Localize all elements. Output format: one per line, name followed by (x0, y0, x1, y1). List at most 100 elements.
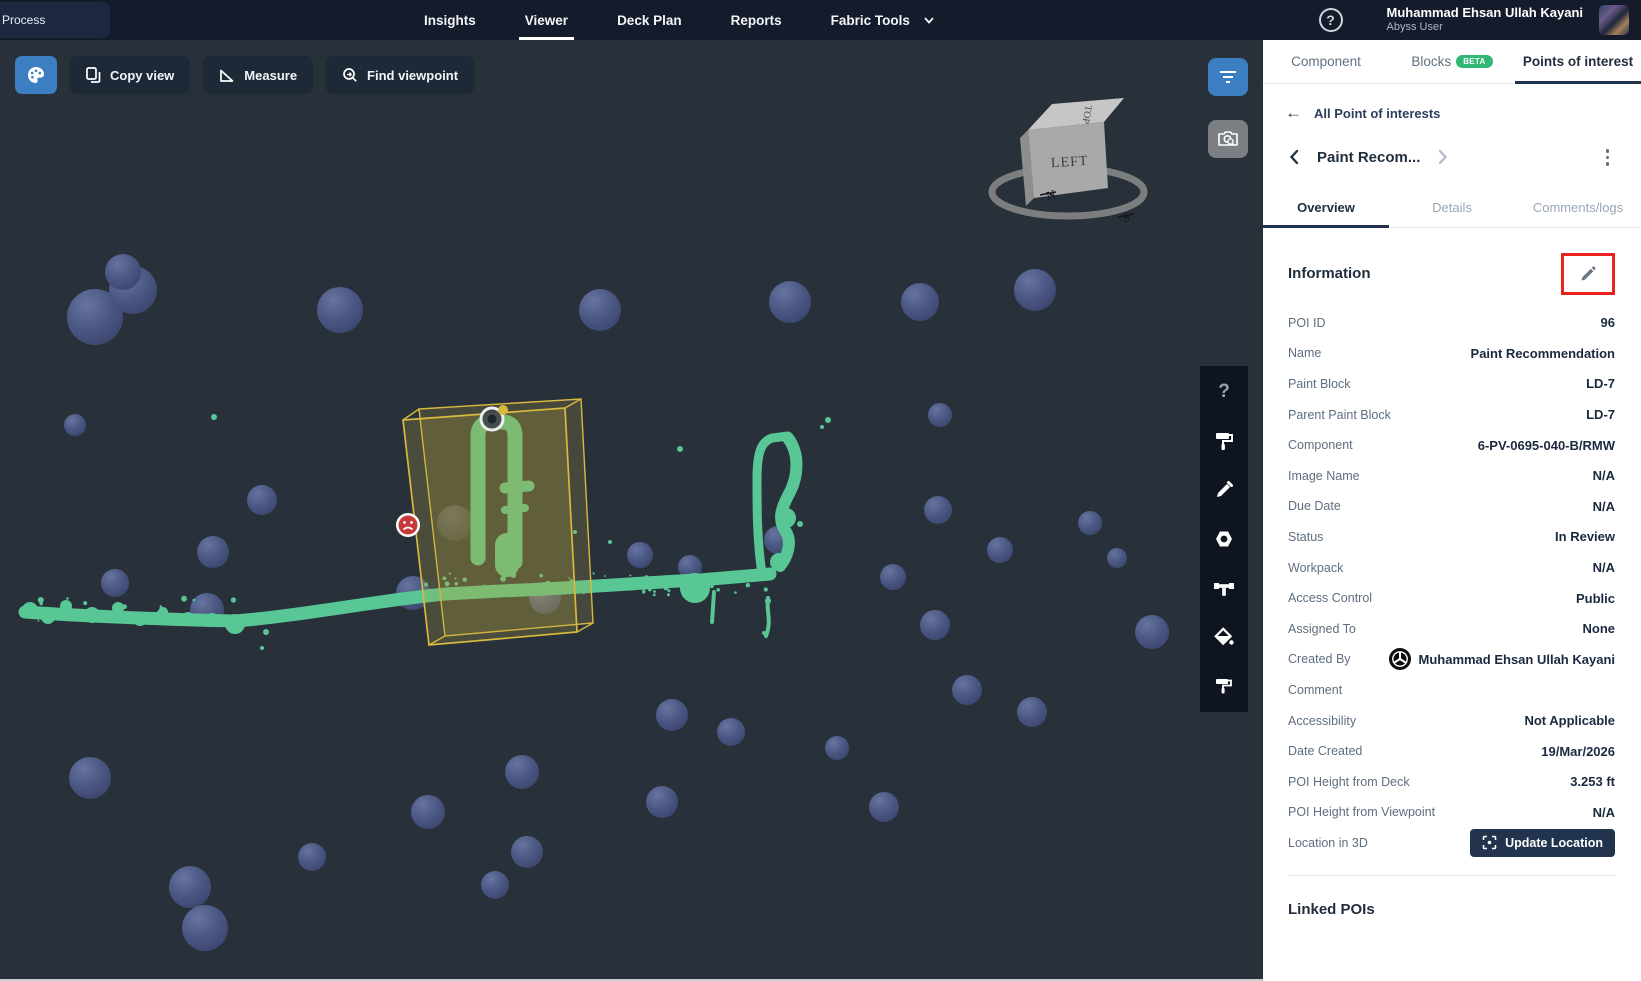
orientation-cube[interactable]: LEFT TOP N S (992, 98, 1144, 225)
info-value-text: 19/Mar/2026 (1541, 744, 1615, 759)
panel-tab[interactable]: Blocks BETA (1389, 40, 1515, 83)
info-row: Workpack N/A (1288, 552, 1615, 583)
chevron-right-icon (1438, 149, 1448, 165)
info-value: In Review (1555, 529, 1615, 544)
poi-subtab[interactable]: Overview (1263, 188, 1389, 227)
info-value: N/A (1593, 499, 1615, 514)
panel-tab[interactable]: Points of interest (1515, 40, 1641, 83)
info-value: 3.253 ft (1570, 774, 1615, 789)
help-icon: ? (1218, 381, 1230, 403)
top-nav: Process Insights Viewer Deck Plan Reports Fa… (0, 0, 1641, 40)
info-value: 96 (1601, 315, 1615, 330)
info-value: N/A (1593, 805, 1615, 820)
poi-marker[interactable] (396, 513, 420, 537)
info-value: LD-7 (1586, 376, 1615, 391)
paint-roller-2-icon (1214, 676, 1234, 696)
palette-button[interactable] (15, 56, 57, 94)
info-label: POI Height from Deck (1288, 775, 1570, 789)
info-value: Not Applicable (1524, 713, 1615, 728)
next-poi-button[interactable] (1434, 149, 1452, 165)
annotation-highlight-box (1561, 253, 1615, 295)
info-label: Name (1288, 346, 1471, 360)
info-value-text: Public (1576, 591, 1615, 606)
poi-panel: Component Blocks BETA Points of interest… (1263, 40, 1641, 981)
tee-fitting-tool[interactable] (1211, 575, 1237, 601)
back-to-all-pois[interactable]: ← All Point of interests (1263, 84, 1641, 123)
3d-viewport[interactable]: LEFT TOP N S (0, 40, 1263, 981)
info-row: Parent Paint Block LD-7 (1288, 399, 1615, 430)
poi-subtab[interactable]: Details (1389, 188, 1515, 227)
info-row: POI ID 96 (1288, 308, 1615, 339)
info-row: Location in 3D (1288, 828, 1615, 859)
nav-item[interactable]: Fabric Tools (831, 0, 910, 40)
info-row: Access Control Public (1288, 583, 1615, 614)
info-row: Name Paint Recommendation (1288, 338, 1615, 369)
back-arrow-icon: ← (1285, 103, 1302, 123)
info-label: Assigned To (1288, 622, 1583, 636)
paint-roller-icon (1213, 430, 1235, 452)
paint-roller-2-tool[interactable] (1211, 673, 1237, 699)
info-value-text: Not Applicable (1524, 713, 1615, 728)
project-selector[interactable]: Process (0, 2, 110, 38)
copy-view-label: Copy view (110, 68, 174, 83)
info-label: Workpack (1288, 561, 1593, 575)
help-tool[interactable]: ? (1211, 379, 1237, 405)
nav-item[interactable]: Viewer (525, 0, 568, 40)
nav-item[interactable]: Reports (731, 0, 782, 40)
info-value-text: N/A (1593, 468, 1615, 483)
previous-poi-button[interactable] (1285, 149, 1303, 165)
chevron-down-icon[interactable] (923, 14, 935, 26)
paint-bucket-icon (1212, 625, 1236, 649)
app-window: Process Insights Viewer Deck Plan Reports Fa… (0, 0, 1641, 981)
info-value: Muhammad Ehsan Ullah Kayani (1389, 648, 1616, 670)
find-viewpoint-label: Find viewpoint (367, 68, 458, 83)
nut-tool[interactable] (1211, 526, 1237, 552)
info-label: Status (1288, 530, 1555, 544)
tee-fitting-icon (1212, 577, 1236, 599)
info-value: Paint Recommendation (1471, 346, 1615, 361)
copy-icon (86, 67, 101, 83)
selection-box[interactable] (403, 399, 593, 645)
paint-roller-tool[interactable] (1211, 428, 1237, 454)
camera-search-button[interactable] (1208, 120, 1248, 158)
poi-subtab[interactable]: Comments/logs (1515, 188, 1641, 227)
update-location-button[interactable]: Update Location (1470, 829, 1615, 857)
find-viewpoint-button[interactable]: Find viewpoint (326, 56, 474, 94)
info-row: Comment (1288, 675, 1615, 706)
info-value-text: 6-PV-0695-040-B/RMW (1478, 438, 1615, 453)
pencil-tool[interactable] (1211, 477, 1237, 503)
info-value-text: 3.253 ft (1570, 774, 1615, 789)
back-link-label: All Point of interests (1314, 106, 1440, 121)
edit-information-button[interactable] (1579, 265, 1597, 283)
info-value-text: Paint Recommendation (1471, 346, 1615, 361)
measure-label: Measure (244, 68, 297, 83)
info-value-text: In Review (1555, 529, 1615, 544)
copy-view-button[interactable]: Copy view (70, 56, 190, 94)
panel-tab[interactable]: Component (1263, 40, 1389, 83)
svg-text:LEFT: LEFT (1051, 154, 1089, 172)
measure-button[interactable]: Measure (203, 56, 313, 94)
user-block[interactable]: Muhammad Ehsan Ullah Kayani Abyss User (1387, 6, 1584, 34)
paint-bucket-tool[interactable] (1211, 624, 1237, 650)
nav-right-cluster: ? Muhammad Ehsan Ullah Kayani Abyss User (1319, 5, 1641, 35)
info-row: Created By Muhammad Ehsan Ullah Kayani (1288, 644, 1615, 675)
nav-item[interactable]: Deck Plan (617, 0, 682, 40)
info-row: Image Name N/A (1288, 460, 1615, 491)
kebab-menu-button[interactable] (1600, 145, 1616, 170)
section-divider (1288, 875, 1615, 876)
info-value: N/A (1593, 560, 1615, 575)
info-label: POI ID (1288, 316, 1601, 330)
nav-item[interactable]: Insights (424, 0, 476, 40)
info-value: 19/Mar/2026 (1541, 744, 1615, 759)
filter-button[interactable] (1208, 58, 1248, 96)
info-row: Accessibility Not Applicable (1288, 705, 1615, 736)
info-label: Component (1288, 438, 1478, 452)
user-avatar[interactable] (1599, 5, 1629, 35)
poi-spheres[interactable] (64, 254, 1169, 951)
measure-triangle-icon (219, 68, 235, 83)
chevron-left-icon (1289, 149, 1299, 165)
help-icon[interactable]: ? (1319, 8, 1343, 32)
info-value: 6-PV-0695-040-B/RMW (1478, 438, 1615, 453)
info-row: Status In Review (1288, 522, 1615, 553)
info-row: POI Height from Deck 3.253 ft (1288, 766, 1615, 797)
